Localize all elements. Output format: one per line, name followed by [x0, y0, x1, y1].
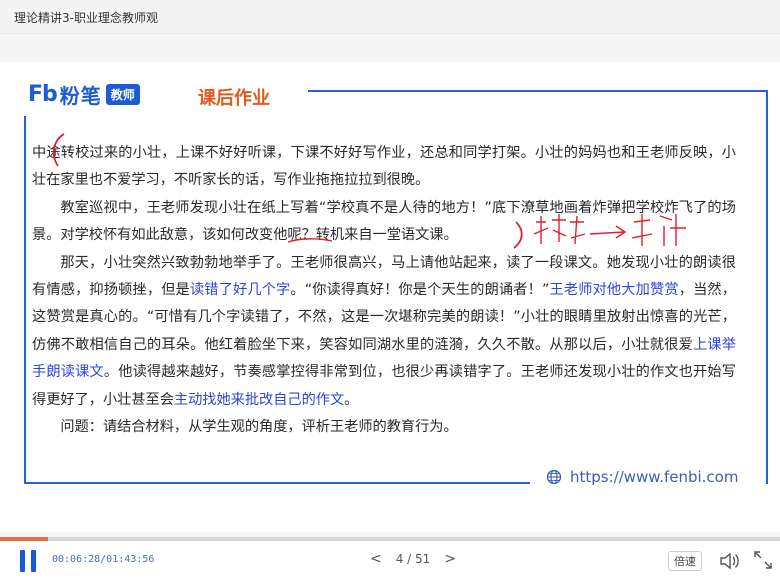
pause-icon: [20, 550, 25, 572]
logo-brand: 粉笔: [59, 83, 102, 108]
window-title: 理论精讲3-职业理念教师观: [14, 11, 158, 25]
playback-time: 00:06:28/01:43:56: [52, 554, 155, 565]
window-titlebar: 理论精讲3-职业理念教师观: [0, 0, 780, 34]
speed-button[interactable]: 倍速: [668, 551, 702, 571]
fullscreen-icon[interactable]: [752, 549, 774, 571]
globe-icon: [546, 469, 562, 485]
question-paragraph: 中途转校过来的小壮，上课不好好听课，下课不好好写作业，还总和同学打架。小壮的妈妈…: [32, 140, 736, 195]
question-paragraph: 教室巡视中，王老师发现小壮在纸上写着“学校真不是人待的地方！”底下潦草地画着炸弹…: [32, 195, 736, 250]
fenbi-logo: Fb 粉笔 教师: [28, 79, 140, 109]
highlighted-phrase: 主动找她来批改自己的作文: [173, 391, 345, 408]
paragraph-text: 。他读得越来越好，节奏感掌控得非常到位，也很少再读错字了。王老师还发现小壮的作文…: [32, 364, 736, 408]
section-title: 课后作业: [198, 88, 270, 109]
player-controls: 00:06:28/01:43:56 < 4 / 51 > 倍速: [0, 541, 780, 580]
frame-line-right: [766, 90, 768, 484]
frame-line-bottom: [24, 482, 530, 484]
highlighted-phrase: 王老师对他大加赞赏: [549, 282, 679, 299]
paragraph-text: 。“你读得真好！你是个天生的朗诵者！”: [290, 282, 550, 299]
slide-canvas: Fb 粉笔 教师 课后作业 中途转校过来的小壮，上课不好好听课，下课不好好写作业…: [0, 62, 780, 532]
slide-pager: < 4 / 51 >: [356, 551, 470, 567]
page-indicator: 4 / 51: [395, 552, 431, 566]
website-footer: https://www.fenbi.com: [546, 468, 738, 486]
frame-line-left: [24, 116, 26, 484]
highlighted-phrase: 读错了好几个字: [189, 282, 291, 299]
paragraph-text: 中途转校过来的小壮，上课不好好听课，下课不好好写作业，还总和同学打架。小壮的妈妈…: [32, 145, 736, 189]
question-paragraph: 那天，小壮突然兴致勃勃地举手了。王老师很高兴，马上请他站起来，读了一段课文。她发…: [32, 250, 736, 414]
next-page-icon[interactable]: >: [430, 551, 470, 567]
question-text: 中途转校过来的小壮，上课不好好听课，下课不好好写作业，还总和同学打架。小壮的妈妈…: [32, 140, 736, 441]
question-paragraph: 问题：请结合材料，从学生观的角度，评析王老师的教育行为。: [32, 414, 736, 441]
prev-page-icon[interactable]: <: [356, 551, 396, 567]
frame-line-top: [308, 90, 768, 92]
website-url: https://www.fenbi.com: [570, 468, 739, 486]
paragraph-text: 。: [344, 391, 359, 408]
paragraph-text: 教室巡视中，王老师发现小壮在纸上写着“学校真不是人待的地方！”底下潦草地画着炸弹…: [32, 199, 736, 244]
volume-icon[interactable]: [718, 551, 740, 571]
pause-icon-bar: [31, 550, 36, 572]
pause-button[interactable]: [20, 550, 40, 572]
paragraph-text: 问题：请结合材料，从学生观的角度，评析王老师的教育行为。: [60, 419, 458, 436]
logo-badge: 教师: [105, 83, 140, 105]
logo-mark: Fb: [28, 81, 58, 107]
